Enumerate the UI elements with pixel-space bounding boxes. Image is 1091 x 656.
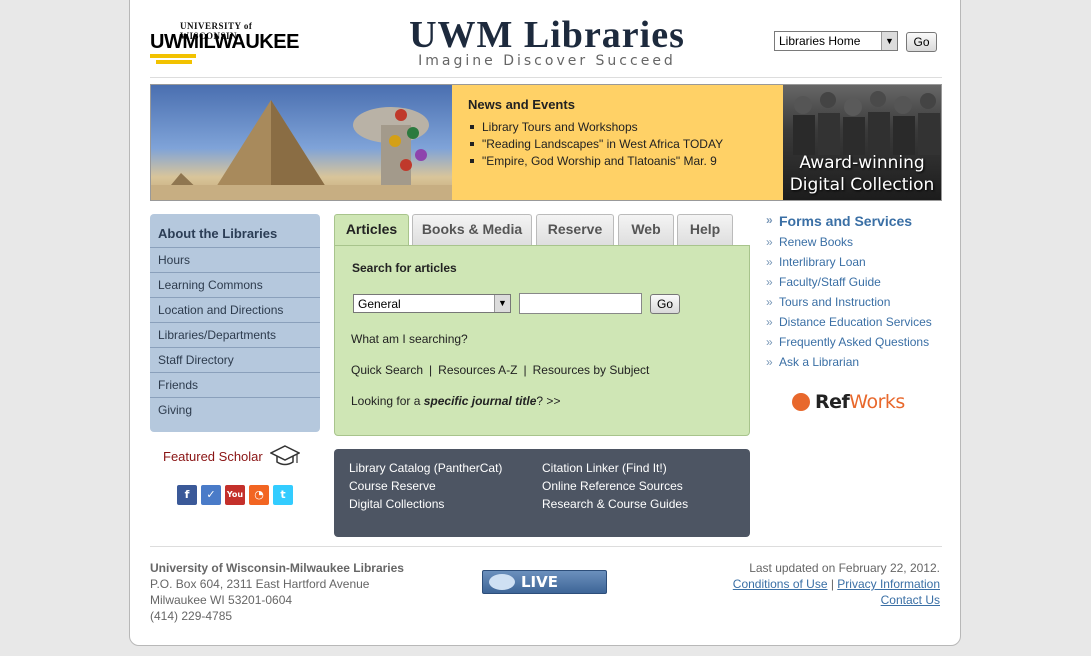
- privacy-information-link[interactable]: Privacy Information: [837, 577, 940, 591]
- search-quick-links: Quick Search | Resources A-Z | Resources by …: [351, 363, 649, 377]
- youtube-icon[interactable]: You: [225, 485, 245, 505]
- conditions-of-use-link[interactable]: Conditions of Use: [733, 577, 828, 591]
- award-line-2: Digital Collection: [789, 175, 935, 195]
- sidebar-item-staff-directory[interactable]: Staff Directory: [150, 348, 320, 373]
- award-line-1: Award-winning: [799, 153, 925, 173]
- article-search-input[interactable]: [519, 293, 642, 314]
- library-catalog-link[interactable]: Library Catalog (PantherCat): [349, 461, 502, 475]
- sidebar-item-hours[interactable]: Hours: [150, 248, 320, 273]
- tab-web[interactable]: Web: [618, 214, 674, 245]
- sidebar-item-location[interactable]: Location and Directions: [150, 298, 320, 323]
- site-tagline: Imagine Discover Succeed: [418, 53, 676, 69]
- resources-az-link[interactable]: Resources A-Z: [438, 363, 517, 377]
- pyramid-camel-illustration: [151, 100, 452, 200]
- course-reserve-link[interactable]: Course Reserve: [349, 479, 436, 493]
- services-title[interactable]: Forms and Services: [766, 213, 956, 235]
- online-reference-link[interactable]: Online Reference Sources: [542, 479, 683, 493]
- chat-bubble-icon: [489, 574, 515, 590]
- refworks-ref: Ref: [815, 391, 850, 413]
- sidebar-item-giving[interactable]: Giving: [150, 398, 320, 423]
- rss-icon[interactable]: ◔: [249, 485, 269, 505]
- footer-links: Last updated on February 22, 2012. Condi…: [733, 560, 940, 608]
- banner: News and Events Library Tours and Worksh…: [150, 84, 942, 201]
- sidebar-item-learning-commons[interactable]: Learning Commons: [150, 273, 320, 298]
- news-list: Library Tours and Workshops "Reading Lan…: [468, 120, 767, 168]
- award-caption: Award-winning Digital Collection: [783, 152, 941, 196]
- foursquare-icon[interactable]: ✓: [201, 485, 221, 505]
- footer-org-name: University of Wisconsin-Milwaukee Librar…: [150, 561, 404, 575]
- resources-by-subject-link[interactable]: Resources by Subject: [533, 363, 650, 377]
- logo-stripe: [150, 54, 196, 58]
- site-title: UWM Libraries: [409, 14, 685, 56]
- featured-scholar-link[interactable]: Featured Scholar: [163, 449, 263, 464]
- services-item-ill[interactable]: Interlibrary Loan: [766, 255, 956, 275]
- journal-bold-text: specific journal title: [423, 394, 537, 408]
- news-item[interactable]: Library Tours and Workshops: [468, 120, 767, 134]
- egypt-camel-image[interactable]: [151, 85, 452, 200]
- services-item-ask-librarian[interactable]: Ask a Librarian: [766, 355, 956, 375]
- tab-articles[interactable]: Articles: [334, 214, 409, 246]
- refworks-text: RefWorks: [815, 391, 905, 413]
- tab-reserve[interactable]: Reserve: [536, 214, 614, 245]
- tab-help[interactable]: Help: [677, 214, 733, 245]
- chevron-down-icon: ▼: [881, 32, 897, 50]
- resource-links-box: Library Catalog (PantherCat) Course Rese…: [334, 449, 750, 537]
- logo-stripe: [156, 60, 192, 64]
- digital-collection-promo[interactable]: Award-winning Digital Collection: [783, 85, 941, 200]
- footer-policy-links: Conditions of Use | Privacy Information: [732, 577, 940, 591]
- refworks-icon: [792, 393, 810, 411]
- citation-linker-link[interactable]: Citation Linker (Find It!): [542, 461, 667, 475]
- divider: [150, 77, 942, 78]
- forms-and-services: Forms and Services Renew Books Interlibr…: [766, 213, 956, 375]
- quick-search-link[interactable]: Quick Search: [351, 363, 423, 377]
- news-title: News and Events: [468, 97, 575, 112]
- footer-address-line: P.O. Box 604, 2311 East Hartford Avenue: [150, 577, 370, 591]
- search-go-button[interactable]: Go: [650, 294, 680, 314]
- services-item-faq[interactable]: Frequently Asked Questions: [766, 335, 956, 355]
- twitter-icon[interactable]: t: [273, 485, 293, 505]
- news-and-events: News and Events Library Tours and Worksh…: [452, 85, 783, 200]
- page-container: UNIVERSITY of WISCONSIN UWMILWAUKEE UWM …: [129, 0, 961, 646]
- news-item[interactable]: "Empire, God Worship and Tlatoanis" Mar.…: [468, 154, 767, 168]
- sidebar-item-friends[interactable]: Friends: [150, 373, 320, 398]
- services-item-distance-ed[interactable]: Distance Education Services: [766, 315, 956, 335]
- tab-books-media[interactable]: Books & Media: [412, 214, 532, 245]
- digital-collections-link[interactable]: Digital Collections: [349, 497, 444, 511]
- contact-us-link[interactable]: Contact Us: [881, 593, 940, 607]
- footer-address: University of Wisconsin-Milwaukee Librar…: [150, 560, 404, 624]
- articles-search-panel: Search for articles General ▼ Go What am…: [334, 245, 750, 436]
- separator: |: [523, 363, 527, 377]
- uwm-logo[interactable]: UNIVERSITY of WISCONSIN UWMILWAUKEE: [150, 21, 302, 69]
- facebook-icon[interactable]: f: [177, 485, 197, 505]
- footer-phone: (414) 229-4785: [150, 609, 233, 623]
- services-item-renew[interactable]: Renew Books: [766, 235, 956, 255]
- research-guides-link[interactable]: Research & Course Guides: [542, 497, 688, 511]
- about-sidebar: About the Libraries Hours Learning Commo…: [150, 214, 320, 432]
- graduation-cap-icon[interactable]: [269, 443, 301, 469]
- what-am-i-searching-link[interactable]: What am I searching?: [351, 332, 468, 346]
- library-select[interactable]: Libraries Home ▼: [774, 31, 898, 51]
- news-item[interactable]: "Reading Landscapes" in West Africa TODA…: [468, 137, 767, 151]
- library-select-value: Libraries Home: [779, 34, 861, 48]
- sidebar-item-departments[interactable]: Libraries/Departments: [150, 323, 320, 348]
- footer-address-line: Milwaukee WI 53201-0604: [150, 593, 293, 607]
- live-help-button[interactable]: LIVE HELP: [482, 570, 607, 613]
- journal-suffix: ? >>: [536, 394, 561, 408]
- chevron-down-icon: ▼: [494, 295, 510, 312]
- library-go-button[interactable]: Go: [906, 32, 937, 52]
- services-item-tours[interactable]: Tours and Instruction: [766, 295, 956, 315]
- services-item-faculty-guide[interactable]: Faculty/Staff Guide: [766, 275, 956, 295]
- journal-title-link[interactable]: Looking for a specific journal title? >>: [351, 394, 560, 408]
- scope-select-value: General: [358, 297, 401, 311]
- search-label: Search for articles: [352, 261, 457, 275]
- journal-prefix: Looking for a: [351, 394, 424, 408]
- search-scope-select[interactable]: General ▼: [353, 294, 511, 313]
- last-updated: Last updated on February 22, 2012.: [749, 561, 940, 575]
- refworks-works: Works: [849, 391, 905, 413]
- sidebar-heading[interactable]: About the Libraries: [150, 214, 320, 248]
- logo-campus-text: UWMILWAUKEE: [150, 31, 299, 53]
- separator: |: [429, 363, 433, 377]
- live-help-label: LIVE HELP: [521, 573, 565, 613]
- divider: [150, 546, 942, 547]
